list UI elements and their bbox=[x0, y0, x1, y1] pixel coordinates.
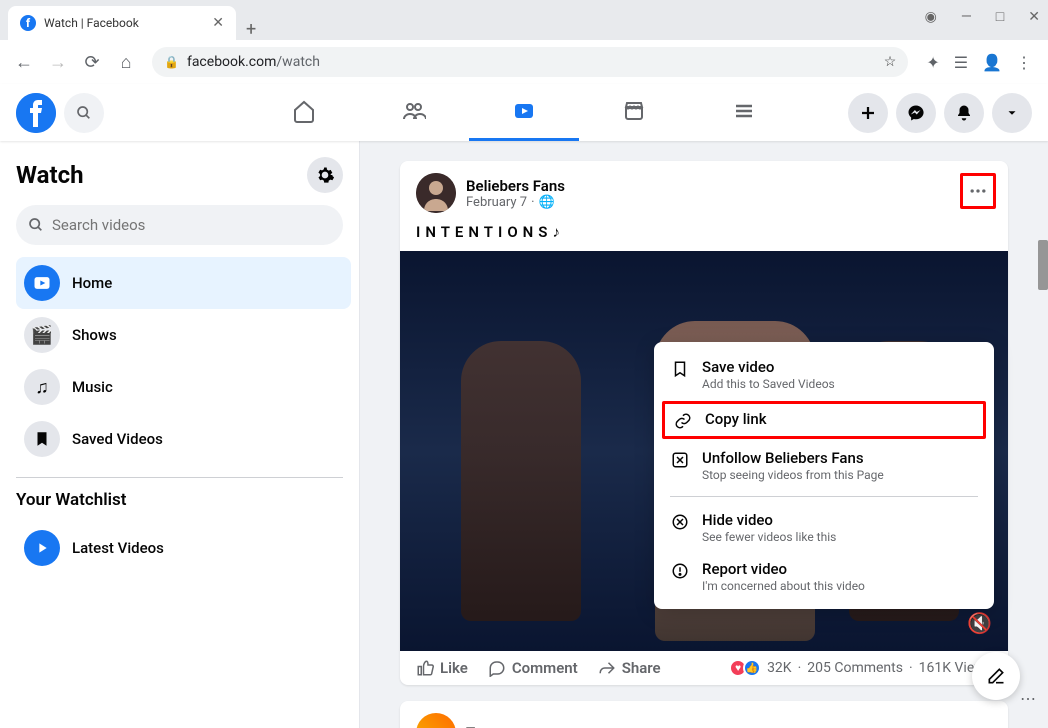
url-domain: facebook.com bbox=[187, 54, 276, 70]
settings-button[interactable] bbox=[307, 157, 343, 193]
home-button[interactable]: ⌂ bbox=[112, 48, 140, 76]
like-reaction-icon: 👍 bbox=[743, 659, 761, 677]
back-button[interactable]: ← bbox=[10, 48, 38, 76]
extension-icon[interactable]: ✦ bbox=[926, 53, 939, 72]
create-button[interactable] bbox=[848, 93, 888, 133]
menu-report-video[interactable]: Report video I'm concerned about this vi… bbox=[654, 552, 994, 601]
star-icon[interactable]: ☆ bbox=[884, 54, 897, 70]
post-more-button[interactable] bbox=[960, 173, 996, 209]
reload-button[interactable]: ⟳ bbox=[78, 48, 106, 76]
tab-title: Watch | Facebook bbox=[44, 16, 204, 30]
scrollbar-thumb[interactable] bbox=[1038, 240, 1048, 290]
menu-hide-video[interactable]: Hide video See fewer videos like this bbox=[654, 503, 994, 552]
clapper-icon: 🎬 bbox=[24, 317, 60, 353]
likes-count[interactable]: 32K bbox=[767, 660, 792, 676]
post-context-menu: Save video Add this to Saved Videos Copy… bbox=[654, 342, 994, 609]
incognito-icon: ◉ bbox=[925, 9, 937, 25]
tab-close-icon[interactable]: ✕ bbox=[212, 15, 224, 31]
sidebar: Watch Home 🎬 Shows ♫ Music Saved Videos … bbox=[0, 141, 360, 728]
nav-friends[interactable] bbox=[359, 85, 469, 141]
like-button[interactable]: Like bbox=[416, 659, 468, 677]
fb-header-right bbox=[848, 93, 1032, 133]
alert-icon bbox=[670, 560, 690, 580]
watchlist-title: Your Watchlist bbox=[16, 490, 351, 510]
menu-unfollow[interactable]: Unfollow Beliebers Fans Stop seeing vide… bbox=[654, 441, 994, 490]
nav-hamburger[interactable] bbox=[689, 85, 799, 141]
notifications-button[interactable] bbox=[944, 93, 984, 133]
browser-tab[interactable]: f Watch | Facebook ✕ bbox=[8, 6, 236, 40]
sidebar-label: Home bbox=[72, 274, 112, 292]
post-actions: Like Comment Share ♥ 👍 bbox=[400, 651, 1008, 685]
sidebar-item-music[interactable]: ♫ Music bbox=[16, 361, 351, 413]
float-more-icon[interactable]: ⋯ bbox=[1020, 689, 1036, 708]
x-square-icon bbox=[670, 449, 690, 469]
browser-chrome: f Watch | Facebook ✕ + ◉ — □ ✕ ← → ⟳ ⌂ 🔒… bbox=[0, 0, 1048, 84]
post-caption: INTENTIONS♪ bbox=[400, 219, 1008, 251]
profile-avatar-icon[interactable]: 👤 bbox=[982, 53, 1002, 72]
menu-save-video[interactable]: Save video Add this to Saved Videos bbox=[654, 350, 994, 399]
note-icon: ♫ bbox=[24, 369, 60, 405]
toolbar-icons: ✦ ☰ 👤 ⋮ bbox=[920, 53, 1038, 72]
sidebar-item-home[interactable]: Home bbox=[16, 257, 351, 309]
reading-list-icon[interactable]: ☰ bbox=[954, 53, 968, 72]
minimize-button[interactable]: — bbox=[961, 9, 972, 25]
fb-header bbox=[0, 84, 1048, 141]
bookmark-icon bbox=[670, 358, 690, 378]
play-icon bbox=[24, 530, 60, 566]
close-window-button[interactable]: ✕ bbox=[1028, 9, 1040, 25]
fb-top-nav bbox=[249, 85, 799, 141]
reaction-icons[interactable]: ♥ 👍 bbox=[733, 659, 761, 677]
url-input[interactable]: 🔒 facebook.com/watch ☆ bbox=[152, 47, 908, 77]
watch-icon bbox=[24, 265, 60, 301]
window-controls: ◉ — □ ✕ bbox=[925, 8, 1040, 25]
lock-icon: 🔒 bbox=[164, 55, 179, 69]
sidebar-label: Saved Videos bbox=[72, 430, 163, 448]
nav-marketplace[interactable] bbox=[579, 85, 689, 141]
mute-icon[interactable]: 🔇 bbox=[967, 611, 992, 635]
menu-copy-link[interactable]: Copy link bbox=[662, 401, 986, 439]
share-button[interactable]: Share bbox=[598, 659, 661, 677]
account-dropdown[interactable] bbox=[992, 93, 1032, 133]
nav-watch[interactable] bbox=[469, 85, 579, 141]
post-author-avatar[interactable] bbox=[416, 173, 456, 213]
sidebar-label: Music bbox=[72, 378, 113, 396]
comment-button[interactable]: Comment bbox=[488, 659, 578, 677]
post-date: February 7 bbox=[466, 195, 527, 210]
sidebar-title: Watch bbox=[16, 161, 84, 189]
tab-bar: f Watch | Facebook ✕ + ◉ — □ ✕ bbox=[0, 0, 1048, 40]
address-bar: ← → ⟳ ⌂ 🔒 facebook.com/watch ☆ ✦ ☰ 👤 ⋮ bbox=[0, 40, 1048, 84]
sidebar-item-shows[interactable]: 🎬 Shows bbox=[16, 309, 351, 361]
post-meta: February 7 · 🌐 bbox=[466, 195, 565, 210]
fb-search-button[interactable] bbox=[64, 93, 104, 133]
next-post-avatar[interactable] bbox=[416, 713, 456, 728]
sidebar-item-saved[interactable]: Saved Videos bbox=[16, 413, 351, 465]
compose-button[interactable] bbox=[972, 652, 1020, 700]
next-post-author[interactable]: Tasty bbox=[466, 724, 502, 728]
search-videos-input[interactable] bbox=[16, 205, 343, 245]
next-post-card: Tasty bbox=[400, 701, 1008, 728]
post-header: Beliebers Fans February 7 · 🌐 bbox=[400, 161, 1008, 219]
messenger-button[interactable] bbox=[896, 93, 936, 133]
forward-button[interactable]: → bbox=[44, 48, 72, 76]
watchlist-label: Latest Videos bbox=[72, 539, 164, 557]
bookmark-icon bbox=[24, 421, 60, 457]
post-stats: ♥ 👍 32K · 205 Comments · 161K Views bbox=[733, 659, 992, 677]
x-circle-icon bbox=[670, 511, 690, 531]
menu-divider bbox=[670, 496, 978, 497]
search-videos-field[interactable] bbox=[52, 216, 331, 234]
tab-favicon: f bbox=[20, 15, 36, 31]
menu-dots-icon[interactable]: ⋮ bbox=[1016, 53, 1032, 72]
link-icon bbox=[673, 410, 693, 430]
new-tab-button[interactable]: + bbox=[236, 19, 266, 40]
url-path: /watch bbox=[276, 54, 320, 70]
maximize-button[interactable]: □ bbox=[996, 8, 1004, 25]
divider bbox=[16, 477, 343, 478]
globe-icon: 🌐 bbox=[539, 195, 555, 210]
post-author-name[interactable]: Beliebers Fans bbox=[466, 177, 565, 195]
sidebar-label: Shows bbox=[72, 326, 117, 344]
fb-logo[interactable] bbox=[16, 93, 56, 133]
comments-count[interactable]: 205 Comments bbox=[807, 660, 903, 676]
nav-home[interactable] bbox=[249, 85, 359, 141]
watchlist-latest-videos[interactable]: Latest Videos bbox=[16, 522, 351, 574]
